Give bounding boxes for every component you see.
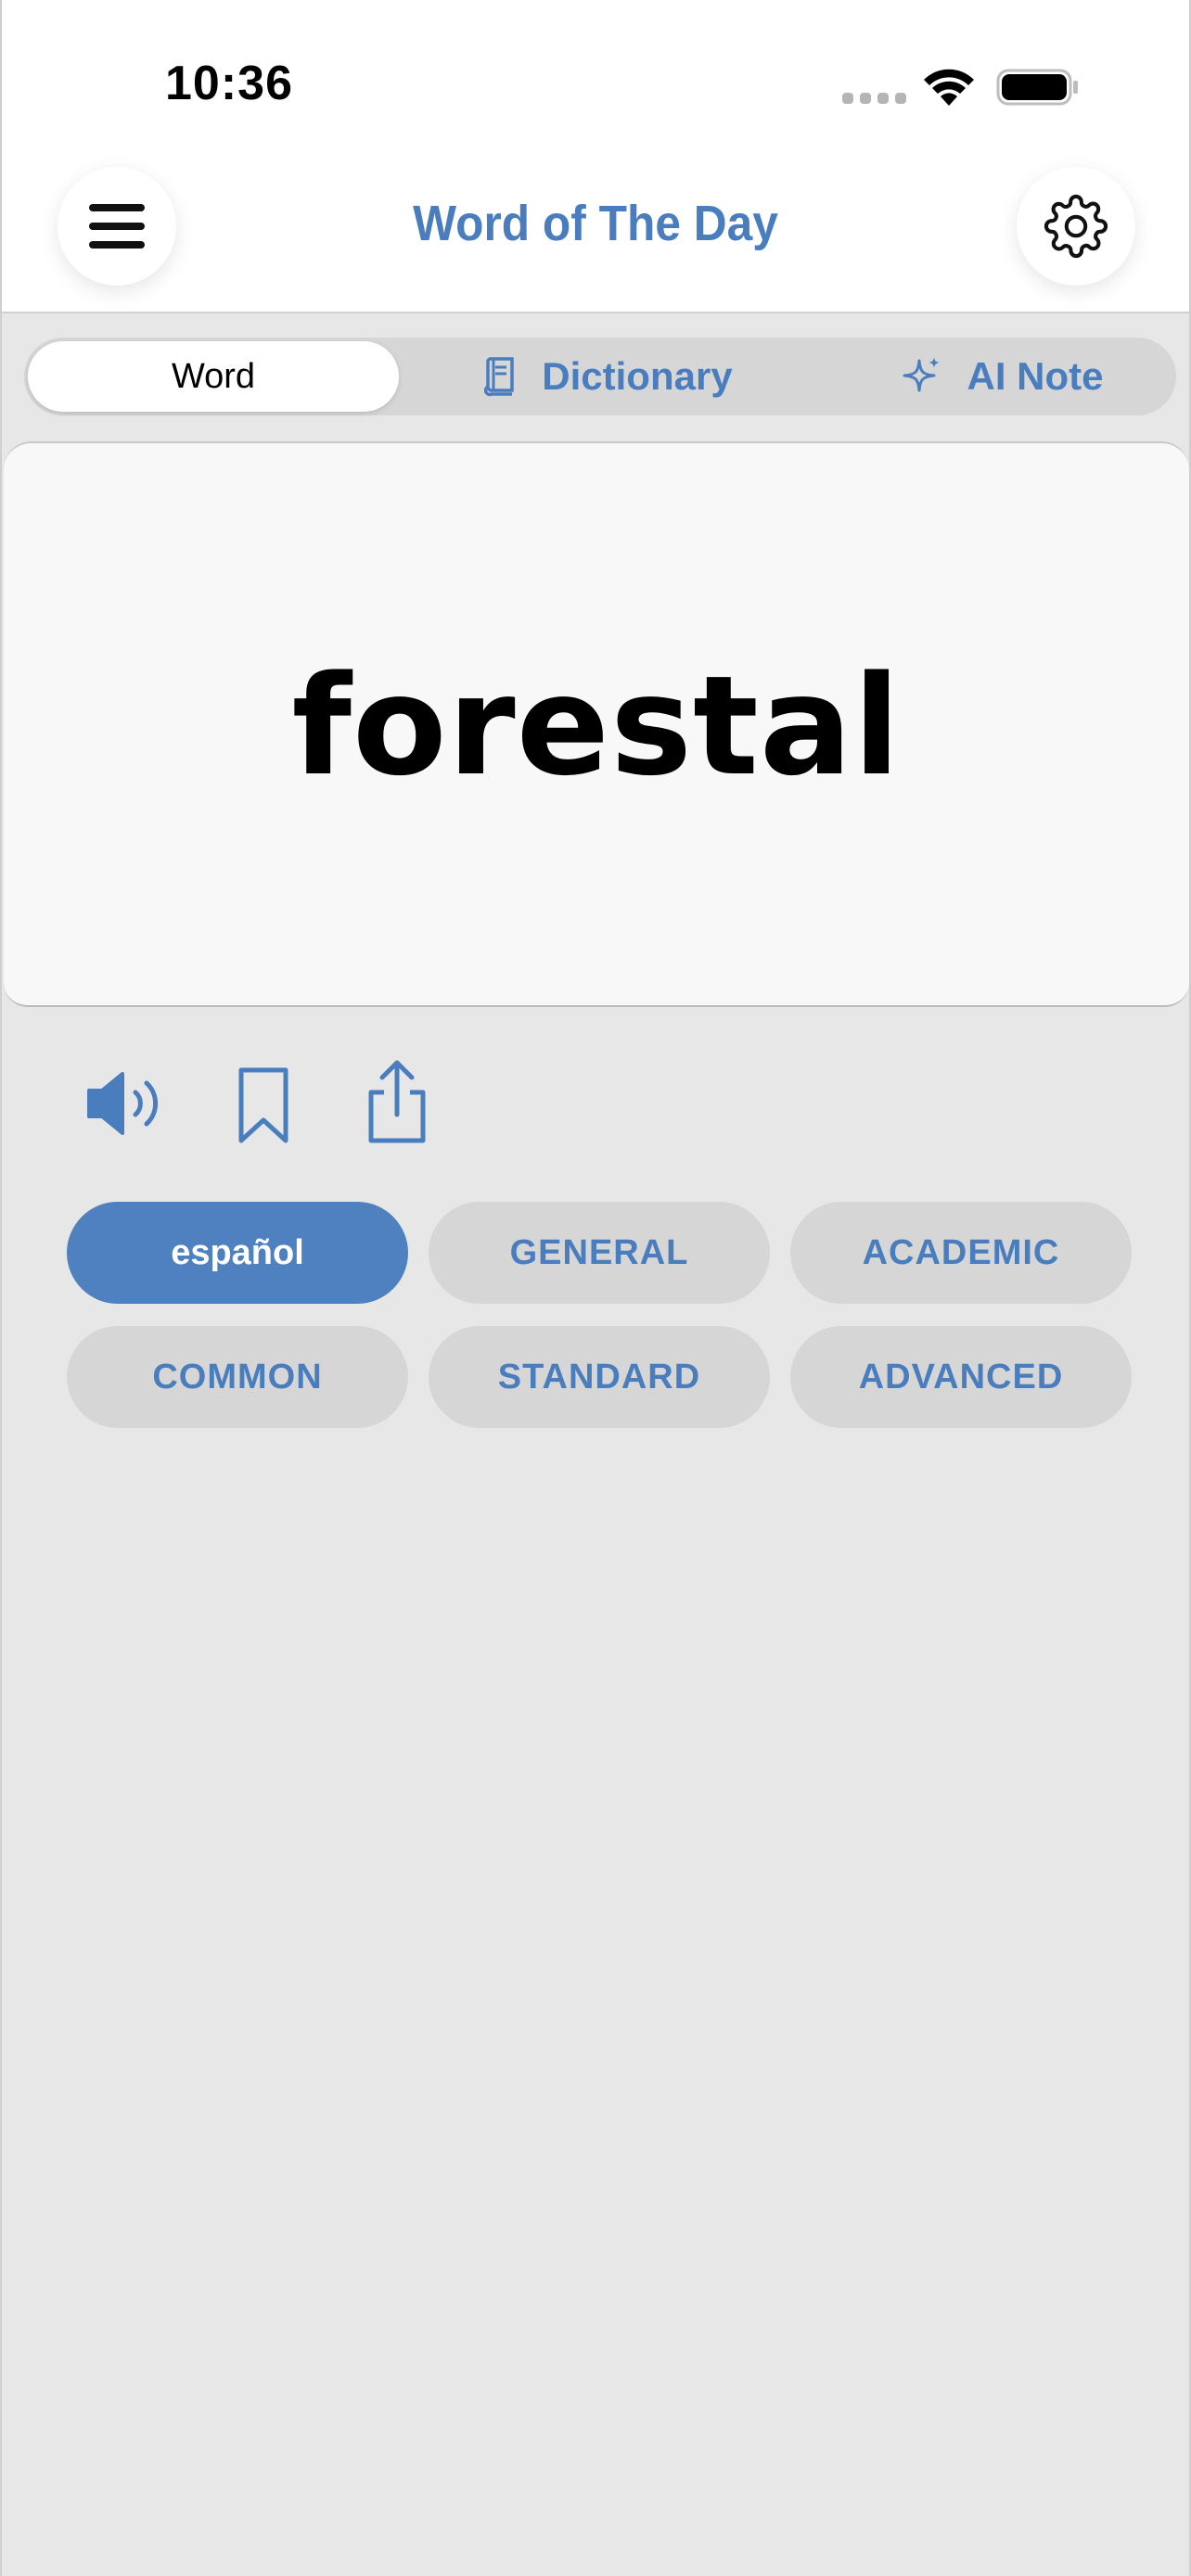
tag-chip-label: ACADEMIC [862, 1232, 1060, 1272]
tag-chip-academic[interactable]: ACADEMIC [790, 1202, 1132, 1304]
word-of-the-day: forestal [291, 646, 902, 806]
tab-ai-note[interactable]: AI Note [850, 341, 1156, 412]
tag-chip-label: ADVANCED [858, 1357, 1064, 1396]
tab-word-label: Word [171, 356, 256, 396]
app-window: 10:36 Word of The Day Word Dictionary AI… [0, 0, 1191, 2576]
battery-icon [996, 69, 1078, 106]
tag-chip-label: GENERAL [509, 1232, 689, 1272]
tab-dictionary[interactable]: Dictionary [432, 341, 785, 412]
tag-chip-label: STANDARD [497, 1357, 701, 1396]
page-title: Word of The Day [413, 196, 778, 251]
cellular-signal-icon [842, 93, 906, 104]
bookmark-button[interactable] [236, 1066, 291, 1144]
gear-icon [1044, 194, 1108, 259]
tab-bar: Word Dictionary AI Note [24, 338, 1176, 415]
settings-button[interactable] [1017, 167, 1135, 286]
nav-header: Word of The Day [2, 158, 1189, 313]
tab-ai-note-label: AI Note [967, 354, 1104, 398]
tag-chip-label: español [171, 1232, 304, 1272]
tag-chip-espanol[interactable]: español [67, 1202, 408, 1304]
status-bar: 10:36 [2, 0, 1189, 158]
share-icon [368, 1060, 426, 1143]
share-button[interactable] [362, 1059, 432, 1144]
word-card: forestal [4, 441, 1189, 1007]
tag-chip-common[interactable]: COMMON [67, 1326, 408, 1428]
status-time: 10:36 [165, 57, 293, 110]
bookmark-icon [238, 1067, 288, 1143]
wifi-icon [924, 69, 974, 106]
tag-chip-label: COMMON [152, 1357, 323, 1396]
tag-chip-general[interactable]: GENERAL [429, 1202, 770, 1304]
tag-chip-standard[interactable]: STANDARD [429, 1326, 770, 1428]
sparkle-icon [903, 357, 940, 392]
book-icon [484, 357, 515, 397]
tab-word[interactable]: Word [28, 341, 399, 412]
speaker-button[interactable] [85, 1066, 169, 1141]
tag-chip-advanced[interactable]: ADVANCED [790, 1326, 1132, 1428]
speaker-icon [87, 1072, 159, 1135]
tab-dictionary-label: Dictionary [542, 354, 733, 398]
